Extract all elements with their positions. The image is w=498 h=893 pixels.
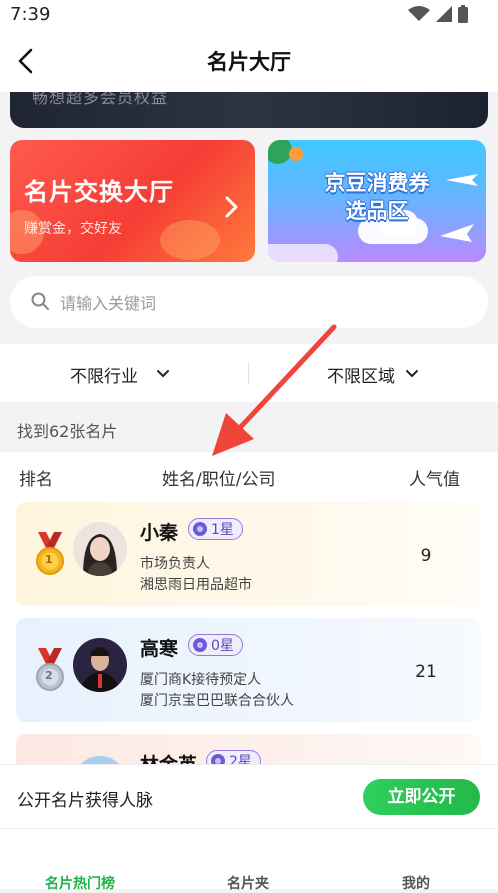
rank-number: 2 <box>45 669 53 682</box>
filter-divider <box>248 362 249 384</box>
column-header-popularity: 人气值 <box>409 470 460 490</box>
search-input[interactable] <box>58 290 462 316</box>
filter-bar: 不限行业 不限区域 <box>0 344 498 402</box>
rank-number: 1 <box>45 553 53 566</box>
jd-coupon-line2: 选品区 <box>345 199 409 223</box>
result-count: 找到62张名片 <box>17 422 118 441</box>
popularity-value: 9 <box>420 546 432 566</box>
member-banner-text: 畅想超多会员权益 <box>32 92 169 107</box>
star-level-icon <box>211 754 225 764</box>
tab-hot-ranking[interactable]: 名片热门榜 <box>20 873 140 893</box>
avatar <box>73 522 127 576</box>
star-badge: 0星 <box>188 634 243 656</box>
chevron-down-icon <box>157 370 169 378</box>
plane-icon <box>440 224 474 242</box>
tab-card-folder[interactable]: 名片夹 <box>188 873 308 893</box>
star-badge-label: 2星 <box>229 754 252 764</box>
avatar <box>73 756 127 764</box>
card-name: 林金英 <box>140 750 197 764</box>
chevron-right-icon <box>225 196 238 218</box>
list-item[interactable]: 林金英 2星 <box>16 734 481 764</box>
card-exchange-hall-title: 名片交换大厅 <box>24 178 174 206</box>
chevron-down-icon <box>406 370 418 378</box>
column-header-name: 姓名/职位/公司 <box>162 470 276 490</box>
column-header-rank: 排名 <box>19 470 53 490</box>
list-item[interactable]: 2 高寒 0星 厦门商K接待预定人 厦门京宝巴巴联合合伙人 21 <box>16 618 481 722</box>
region-filter[interactable]: 不限区域 <box>327 362 419 387</box>
star-badge-label: 0星 <box>211 638 234 654</box>
star-badge: 2星 <box>206 750 261 764</box>
status-bar: 7:39 <box>0 0 498 30</box>
card-exchange-hall-banner[interactable]: 名片交换大厅 赚赏金，交好友 <box>10 140 255 262</box>
card-exchange-hall-subtitle: 赚赏金，交好友 <box>24 221 122 237</box>
publish-now-button[interactable]: 立即公开 <box>363 779 480 815</box>
card-title: 厦门商K接待预定人 <box>140 672 262 688</box>
card-company: 厦门京宝巴巴联合合伙人 <box>140 693 294 709</box>
popularity-value: 21 <box>415 662 437 682</box>
card-title: 市场负责人 <box>140 556 210 572</box>
member-banner[interactable]: 畅想超多会员权益 <box>10 92 488 128</box>
card-company: 湘思雨日用品超市 <box>140 577 252 593</box>
list-item[interactable]: 1 小秦 1星 市场负责人 湘思雨日用品超市 9 <box>16 502 481 606</box>
region-filter-label: 不限区域 <box>327 366 395 387</box>
page-title: 名片大厅 <box>207 50 291 74</box>
industry-filter-label: 不限行业 <box>70 366 138 387</box>
publish-card-panel: 公开名片获得人脉 立即公开 <box>0 764 498 829</box>
wifi-icon <box>408 6 430 21</box>
card-name: 高寒 <box>140 638 179 660</box>
star-level-icon <box>193 638 207 652</box>
tab-mine[interactable]: 我的 <box>356 873 476 893</box>
nav-bar: 名片大厅 <box>0 30 498 92</box>
jd-coupon-banner[interactable]: 京豆消费券 选品区 <box>268 140 486 262</box>
jd-coupon-line1: 京豆消费券 <box>324 171 430 195</box>
star-level-icon <box>193 522 207 536</box>
status-icons <box>408 5 468 23</box>
industry-filter[interactable]: 不限行业 <box>70 362 170 387</box>
star-badge-label: 1星 <box>211 522 234 538</box>
status-time: 7:39 <box>10 4 51 25</box>
publish-card-prompt: 公开名片获得人脉 <box>17 791 153 811</box>
search-box[interactable] <box>10 276 488 328</box>
tab-bar: 名片热门榜 名片夹 我的 <box>0 828 498 892</box>
table-header: 排名 姓名/职位/公司 人气值 <box>0 452 498 498</box>
ranking-list: 1 小秦 1星 市场负责人 湘思雨日用品超市 9 2 高寒 0星 厦门商K接待预… <box>0 498 498 764</box>
search-icon <box>31 292 49 310</box>
signal-icon <box>436 6 452 22</box>
star-badge: 1星 <box>188 518 243 540</box>
battery-icon <box>458 5 468 23</box>
avatar <box>73 638 127 692</box>
card-name: 小秦 <box>140 522 179 544</box>
